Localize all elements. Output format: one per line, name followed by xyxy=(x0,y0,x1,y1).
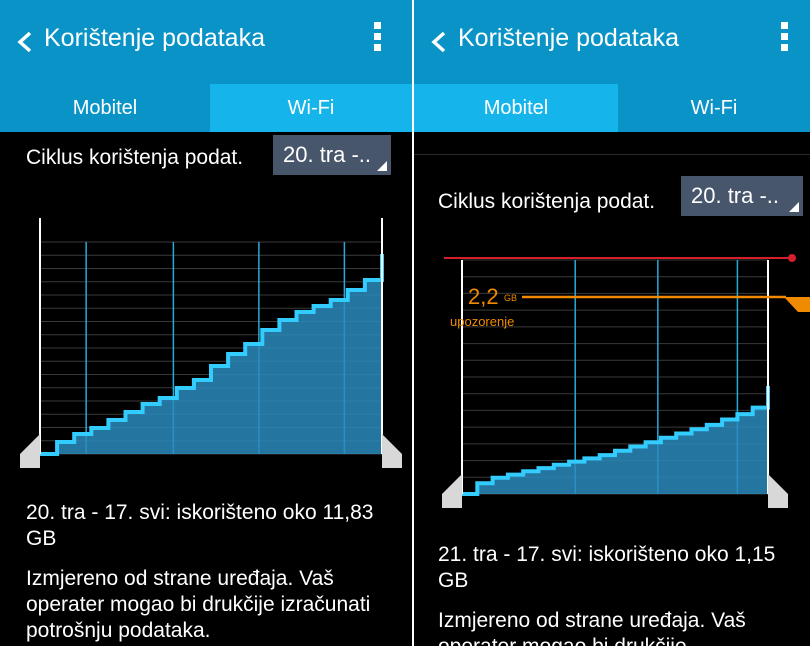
right-screen: Korištenje podataka Mobitel Wi-Fi Ciklus… xyxy=(414,0,810,646)
page-title: Korištenje podataka xyxy=(44,24,265,52)
usage-summary: 20. tra - 17. svi: iskorišteno oko 11,83… xyxy=(26,501,374,550)
tab-mobitel[interactable]: Mobitel xyxy=(0,84,210,132)
chevron-left-icon[interactable] xyxy=(14,30,36,54)
cycle-selector-value: 20. tra -.. xyxy=(691,183,780,208)
left-screen: Korištenje podataka Mobitel Wi-Fi Ciklus… xyxy=(0,0,412,646)
usage-chart-svg xyxy=(20,218,402,468)
range-end-handle xyxy=(768,474,788,508)
divider-line xyxy=(414,154,810,155)
tab-bar: Mobitel Wi-Fi xyxy=(414,84,810,132)
dropdown-corner-icon xyxy=(789,202,799,212)
usage-note: Izmjereno od strane uređaja. Vaš operate… xyxy=(26,567,371,642)
cycle-selector[interactable]: 20. tra -.. xyxy=(273,135,391,175)
tab-bar: Mobitel Wi-Fi xyxy=(0,84,412,132)
dropdown-corner-icon xyxy=(377,161,387,171)
limit-handle xyxy=(788,254,796,262)
usage-note: Izmjereno od strane uređaja. Vaš operate… xyxy=(438,609,746,646)
cycle-selector-value: 20. tra -.. xyxy=(283,142,372,167)
cycle-label: Ciklus korištenja podat. xyxy=(26,146,244,169)
tab-wifi[interactable]: Wi-Fi xyxy=(618,84,810,132)
usage-chart-mobile: 2,2 GB upozorenje xyxy=(436,248,810,514)
warning-unit: GB xyxy=(504,293,517,303)
chevron-left-icon[interactable] xyxy=(428,30,450,54)
range-start-handle xyxy=(20,434,40,468)
warning-label: upozorenje xyxy=(450,314,514,329)
page-title: Korištenje podataka xyxy=(458,24,679,52)
warning-value: 2,2 xyxy=(468,284,499,309)
range-start-handle xyxy=(442,474,462,508)
range-end-handle xyxy=(382,434,402,468)
usage-summary: 21. tra - 17. svi: iskorišteno oko 1,15 … xyxy=(438,543,776,592)
more-vertical-icon[interactable] xyxy=(779,22,789,58)
warning-handle xyxy=(784,297,810,312)
usage-chart-svg: 2,2 GB upozorenje xyxy=(442,254,810,508)
cycle-label: Ciklus korištenja podat. xyxy=(438,190,656,213)
app-bar: Korištenje podataka xyxy=(0,0,412,84)
usage-chart-wifi xyxy=(16,212,404,472)
tab-mobitel[interactable]: Mobitel xyxy=(414,84,618,132)
tab-wifi[interactable]: Wi-Fi xyxy=(210,84,412,132)
cycle-selector[interactable]: 20. tra -.. xyxy=(681,176,803,216)
more-vertical-icon[interactable] xyxy=(372,22,382,58)
app-bar: Korištenje podataka xyxy=(414,0,810,84)
